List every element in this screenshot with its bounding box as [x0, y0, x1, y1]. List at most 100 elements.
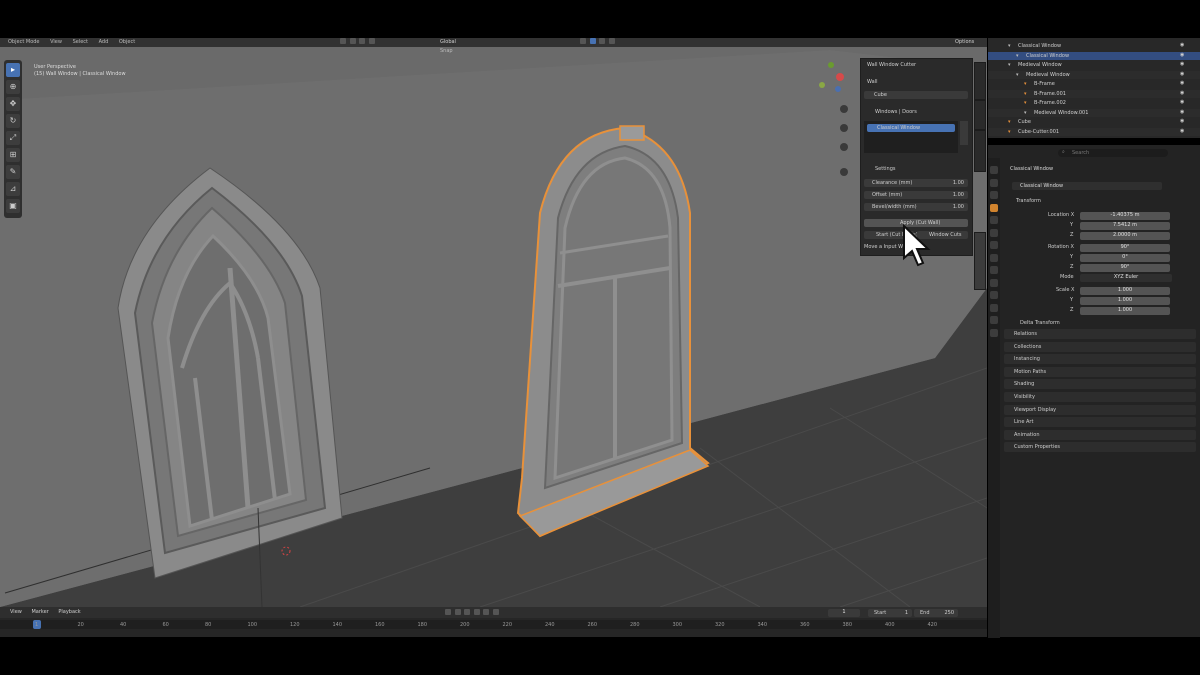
rotation-x-field[interactable]: 90°	[1080, 244, 1170, 252]
material-shading-icon[interactable]	[599, 38, 606, 44]
properties-search[interactable]: ⌕ Search	[1058, 149, 1168, 157]
location-z-field[interactable]: 2.0000 m	[1080, 232, 1170, 240]
properties-tab-icon[interactable]	[990, 328, 998, 337]
bevel-field[interactable]: Bevel/width (mm) 1.00	[864, 203, 968, 211]
select-box-icon[interactable]: ▸	[6, 63, 20, 77]
property-section[interactable]: Instancing	[1004, 354, 1196, 365]
visibility-eye-icon[interactable]: ◉	[1180, 99, 1184, 106]
timeline-menu-marker[interactable]: Marker	[31, 609, 48, 615]
properties-tab-icon[interactable]	[990, 203, 998, 212]
outliner-row[interactable]: ▾ B-Frame ◉	[988, 80, 1200, 88]
visibility-eye-icon[interactable]: ◉	[1180, 52, 1184, 59]
outliner-row[interactable]: ▾ B-Frame.002 ◉	[988, 99, 1200, 107]
mode-select[interactable]: Object Mode	[8, 39, 40, 45]
menu-view[interactable]: View	[50, 39, 62, 45]
properties-tab-icon[interactable]	[990, 216, 998, 224]
outliner-row[interactable]: ▾ Medieval Window.001 ◉	[988, 108, 1200, 117]
location-y-field[interactable]: 7.5412 m	[1080, 222, 1170, 230]
object-name-field[interactable]: Classical Window	[1012, 182, 1162, 190]
properties-tab-icon[interactable]	[990, 166, 998, 174]
pan-icon[interactable]	[840, 124, 848, 132]
select-mode-icon[interactable]	[340, 38, 346, 44]
properties-tab-icon[interactable]	[990, 266, 998, 274]
list-item[interactable]: Classical Window	[867, 124, 955, 132]
property-section[interactable]: Visibility	[1004, 392, 1196, 402]
snap-dropdown[interactable]: Snap	[440, 48, 453, 55]
step-back-icon[interactable]	[454, 609, 461, 615]
zoom-icon[interactable]	[840, 105, 848, 113]
sidebar-tab-active[interactable]	[974, 232, 986, 290]
scale-x-field[interactable]: 1.000	[1080, 287, 1170, 295]
outliner-row[interactable]: ▾ Cube-Cutter.001 ◉	[988, 127, 1200, 136]
wireframe-shading-icon[interactable]	[580, 38, 586, 44]
timeline-menu-playback[interactable]: Playback	[58, 609, 80, 615]
visibility-eye-icon[interactable]: ◉	[1180, 61, 1184, 68]
jump-start-icon[interactable]	[445, 609, 451, 615]
scale-z-field[interactable]: 1.000	[1080, 307, 1170, 315]
rendered-shading-icon[interactable]	[608, 38, 615, 44]
outliner-row[interactable]: ▾ Classical Window ◉	[988, 51, 1200, 60]
scale-icon[interactable]: ⤢	[6, 131, 20, 145]
options-button[interactable]: Options	[955, 39, 974, 46]
timeline-menu-view[interactable]: View	[10, 609, 22, 615]
extend-icon[interactable]	[349, 38, 356, 44]
properties-tab-icon[interactable]	[990, 303, 998, 312]
visibility-eye-icon[interactable]: ◉	[1180, 71, 1184, 78]
list-add-remove-buttons[interactable]	[960, 121, 968, 145]
properties-tab-icon[interactable]	[990, 253, 998, 262]
properties-tab-icon[interactable]	[990, 316, 998, 324]
play-reverse-icon[interactable]	[464, 609, 471, 615]
outliner-row[interactable]: ▾ Medieval Window ◉	[988, 61, 1200, 69]
rotate-icon[interactable]: ↻	[6, 114, 20, 128]
property-section[interactable]: Viewport Display	[1004, 404, 1196, 415]
properties-tab-icon[interactable]	[990, 241, 998, 249]
property-section[interactable]: Relations	[1004, 329, 1196, 339]
sidebar-tab[interactable]	[974, 62, 986, 100]
step-forward-icon[interactable]	[483, 609, 490, 615]
measure-icon[interactable]: ⊿	[6, 182, 20, 196]
property-section[interactable]: Motion Paths	[1004, 366, 1196, 377]
visibility-eye-icon[interactable]: ◉	[1180, 128, 1184, 135]
offset-field[interactable]: Offset (mm) 1.00	[864, 191, 968, 199]
menu-select[interactable]: Select	[73, 39, 88, 45]
property-section[interactable]: Animation	[1004, 429, 1196, 440]
delta-transform-header[interactable]: Delta Transform	[1020, 320, 1060, 327]
visibility-eye-icon[interactable]: ◉	[1180, 80, 1184, 87]
outliner-row[interactable]: ▾ Medieval Window ◉	[988, 70, 1200, 79]
wall-object-field[interactable]: Cube	[864, 91, 968, 99]
properties-tab-icon[interactable]	[990, 291, 998, 299]
rotation-mode-select[interactable]: XYZ Euler	[1080, 274, 1172, 282]
3d-viewport[interactable]	[0, 38, 987, 607]
property-section[interactable]: Shading	[1004, 379, 1196, 390]
timeline-ruler[interactable]	[0, 620, 987, 629]
visibility-eye-icon[interactable]: ◉	[1180, 118, 1184, 125]
transform-header[interactable]: Transform	[1016, 198, 1041, 205]
scale-y-field[interactable]: 1.000	[1080, 297, 1170, 305]
properties-tab-icon[interactable]	[990, 178, 998, 187]
solid-shading-icon[interactable]	[589, 38, 596, 44]
jump-end-icon[interactable]	[492, 609, 499, 615]
transform-icon[interactable]: ⊞	[6, 148, 20, 162]
location-x-field[interactable]: -1.40375 m	[1080, 212, 1170, 220]
move-icon[interactable]: ✥	[6, 97, 20, 111]
menu-object[interactable]: Object	[119, 39, 135, 45]
annotate-icon[interactable]: ✎	[6, 165, 20, 179]
subtract-icon[interactable]	[359, 38, 366, 44]
rotation-y-field[interactable]: 0°	[1080, 254, 1170, 262]
current-frame-field[interactable]: 1	[828, 609, 860, 617]
rotation-z-field[interactable]: 90°	[1080, 264, 1170, 272]
properties-tab-icon[interactable]	[990, 191, 998, 199]
outliner-row[interactable]: ▾ B-Frame.001 ◉	[988, 89, 1200, 98]
sidebar-tab[interactable]	[974, 100, 986, 130]
windows-list[interactable]: Classical Window	[864, 121, 958, 153]
invert-icon[interactable]	[368, 38, 375, 44]
outliner-row[interactable]: ▾ Classical Window ◉	[988, 42, 1200, 50]
cursor-icon[interactable]: ⊕	[6, 80, 20, 94]
visibility-eye-icon[interactable]: ◉	[1180, 90, 1184, 97]
camera-view-icon[interactable]	[840, 143, 848, 151]
properties-tab-icon[interactable]	[990, 228, 998, 237]
visibility-eye-icon[interactable]: ◉	[1180, 42, 1184, 49]
clearance-field[interactable]: Clearance (mm) 1.00	[864, 179, 968, 187]
property-section[interactable]: Collections	[1004, 341, 1196, 352]
menu-add[interactable]: Add	[99, 39, 109, 45]
